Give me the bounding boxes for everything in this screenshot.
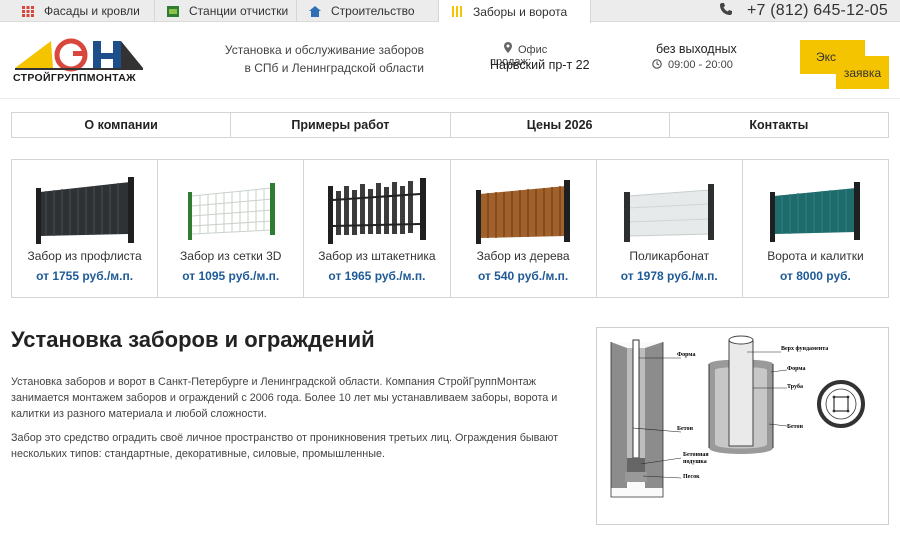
product-name: Ворота и калитки [767, 249, 864, 263]
tab-fences[interactable]: Заборы и ворота [439, 0, 591, 23]
request-button[interactable]: заявка [836, 56, 889, 89]
product-card[interactable]: Поликарбонат от 1978 руб./м.п. [597, 160, 743, 297]
product-price: от 1755 руб./м.п. [36, 269, 134, 283]
product-price: от 1978 руб./м.п. [620, 269, 718, 283]
diagram-label-verh: Верх фундамента [781, 345, 828, 352]
intro-paragraph: Установка заборов и ворот в Санкт-Петерб… [11, 374, 571, 422]
types-paragraph: Забор это средство оградить своё личное … [11, 430, 571, 462]
page-title: Установка заборов и ограждений [11, 327, 375, 352]
top-view [817, 380, 865, 428]
diagram-label-podushka-2: подушка [683, 459, 707, 465]
header-divider [0, 98, 900, 99]
diagram-label-pesok: Песок [683, 474, 700, 480]
product-name: Забор из дерева [476, 249, 570, 263]
product-image-wood [451, 174, 596, 246]
diagram-label-forma-left: Форма [677, 352, 695, 358]
foundation-diagram[interactable]: Форма Бетон Бетонная подушка Песок Верх … [596, 327, 889, 525]
intro-line-1: Установка заборов и ворот в Санкт-Петерб… [11, 376, 536, 388]
request-button-label: заявка [843, 66, 882, 80]
station-icon [167, 5, 179, 17]
product-price: от 540 руб./м.п. [477, 269, 569, 283]
product-card[interactable]: Забор из штакетника от 1965 руб./м.п. [304, 160, 451, 297]
hours-time-text: 09:00 - 20:00 [668, 59, 733, 71]
tab-facades[interactable]: Фасады и кровли [0, 0, 155, 22]
nav-item-works[interactable]: Примеры работ [231, 113, 451, 137]
top-site-tabs: Фасады и кровли Станции отчистки Строите… [0, 0, 900, 23]
house-icon [309, 5, 321, 17]
product-name: Забор из профлиста [27, 249, 142, 263]
product-name: Поликарбонат [629, 249, 710, 263]
phone-text: +7 (812) 645-12-05 [746, 2, 888, 19]
product-card[interactable]: Забор из дерева от 540 руб./м.п. [451, 160, 597, 297]
product-price: от 1095 руб./м.п. [182, 269, 280, 283]
intro-line-3: калитки из разного материала и любой сло… [11, 408, 267, 420]
tab-fences-label: Заборы и ворота [473, 4, 568, 19]
diagram-label-podushka-1: Бетонная [683, 452, 709, 458]
product-image-picket [304, 174, 449, 246]
product-image-polycarbonate [597, 174, 742, 246]
phone-number[interactable]: +7 (812) 645-12-05 [719, 0, 888, 22]
clock-icon [652, 59, 662, 72]
phone-icon [719, 2, 733, 21]
product-card[interactable]: Ворота и калитки от 8000 руб. [743, 160, 888, 297]
fence-icon [451, 6, 463, 17]
product-price: от 1965 руб./м.п. [328, 269, 426, 283]
product-image-mesh [158, 174, 303, 246]
slogan-line-1: Установка и обслуживание заборов [224, 43, 424, 57]
product-image-profnastil [12, 174, 157, 246]
types-line-2: нескольких типов: стандартные, декоратив… [11, 448, 385, 460]
tab-stations-label: Станции отчистки [189, 4, 289, 18]
product-grid: Забор из профлиста от 1755 руб./м.п. Заб… [11, 159, 889, 298]
tab-stations[interactable]: Станции отчистки [155, 0, 297, 22]
hours-time: 09:00 - 20:00 [652, 59, 733, 72]
main-nav: О компании Примеры работ Цены 2026 Конта… [11, 112, 889, 138]
header-slogan: Установка и обслуживание заборов в СПб и… [218, 41, 424, 77]
product-name: Забор из штакетника [318, 249, 436, 263]
tab-construction[interactable]: Строительство [297, 0, 439, 22]
diagram-label-truba: Труба [787, 383, 803, 390]
hours-label: без выходных [656, 42, 737, 56]
map-pin-icon [504, 42, 512, 56]
diagram-label-forma-right: Форма [787, 366, 805, 372]
slogan-line-2: в СПб и Ленинградской области [244, 61, 424, 75]
middle-section [708, 335, 774, 454]
office-address: Нарвский пр-т 22 [490, 58, 590, 72]
product-price: от 8000 руб. [780, 269, 851, 283]
logo-text: СТРОЙГРУППМОНТАЖ [13, 72, 136, 84]
nav-item-contacts[interactable]: Контакты [670, 113, 888, 137]
product-card[interactable]: Забор из сетки 3D от 1095 руб./м.п. [158, 160, 305, 297]
tab-facades-label: Фасады и кровли [44, 4, 140, 18]
product-card[interactable]: Забор из профлиста от 1755 руб./м.п. [12, 160, 159, 297]
diagram-label-beton-right: Бетон [787, 424, 803, 430]
left-section [610, 339, 664, 498]
tab-construction-label: Строительство [331, 4, 415, 18]
intro-line-2: занимается монтажем заборов и ограждений… [11, 392, 558, 404]
nav-item-about[interactable]: О компании [12, 113, 232, 137]
diagram-label-beton-left: Бетон [677, 426, 693, 432]
product-image-gates [743, 174, 888, 246]
callback-button-label: Экс [816, 50, 837, 64]
nav-item-prices[interactable]: Цены 2026 [451, 113, 670, 137]
grid-icon [22, 5, 34, 17]
product-name: Забор из сетки 3D [180, 249, 282, 263]
types-line-1: Забор это средство оградить своё личное … [11, 432, 559, 444]
